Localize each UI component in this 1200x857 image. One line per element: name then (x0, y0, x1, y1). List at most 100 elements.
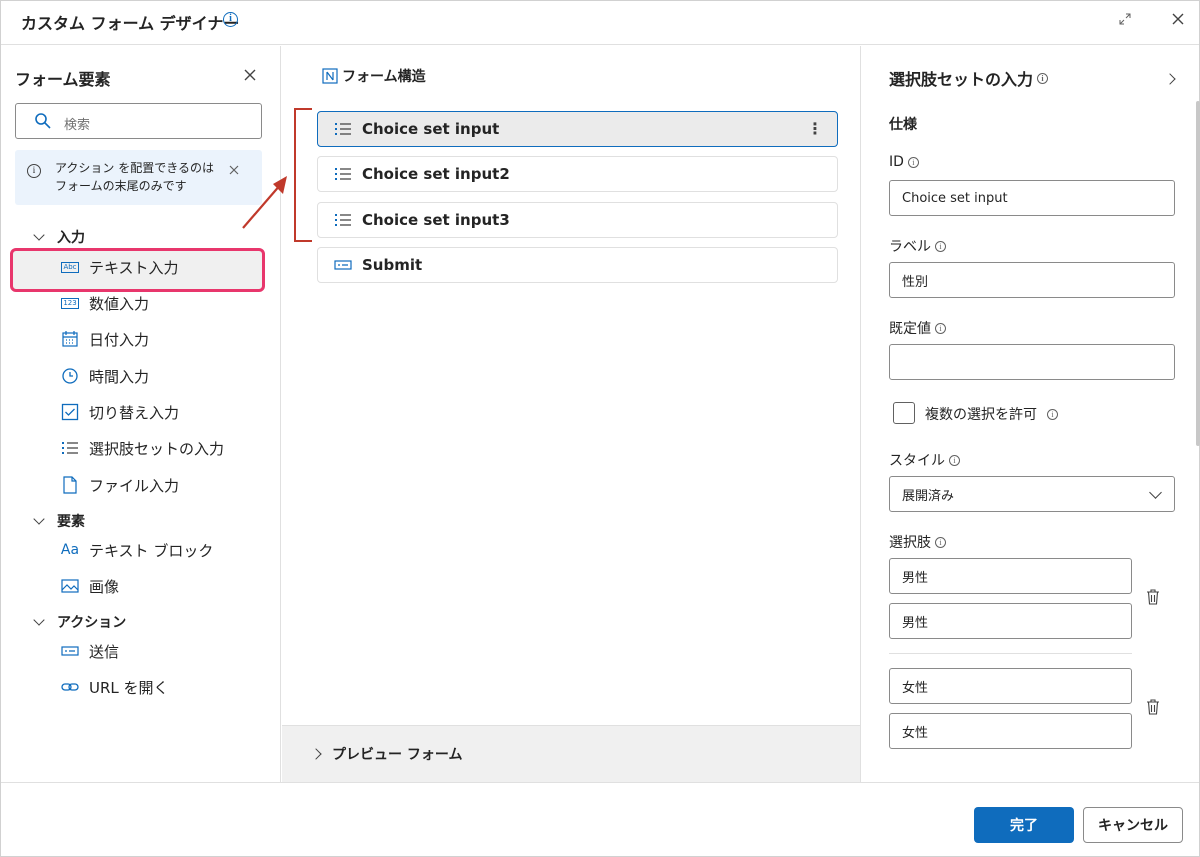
preview-form-toggle[interactable]: プレビュー フォーム (282, 725, 860, 782)
list-icon (334, 122, 352, 136)
info-icon[interactable]: i (949, 454, 960, 466)
element-time-input[interactable]: 時間入力 (61, 363, 149, 389)
section-spec: 仕様 (889, 117, 917, 133)
form-elements-title: フォーム要素 (15, 70, 111, 89)
submit-icon (61, 645, 79, 657)
style-selected-value: 展開済み (902, 488, 955, 504)
label-label: ラベル i (889, 236, 946, 256)
group-header-elements[interactable]: 要素 (33, 511, 85, 531)
properties-header: 選択肢セットの入力 i (889, 66, 1049, 90)
message-text: アクション を配置できるのはフォームの末尾のみです (55, 161, 214, 193)
expand-icon[interactable] (1113, 7, 1137, 31)
element-label: 時間入力 (89, 367, 150, 386)
card-label: Submit (362, 256, 423, 274)
element-label: 日付入力 (89, 330, 150, 349)
group-header-actions[interactable]: アクション (33, 612, 127, 632)
close-panel-icon[interactable] (238, 63, 262, 87)
toggle-checkbox-icon (61, 403, 79, 421)
default-value-label: 既定値 i (889, 318, 946, 338)
element-date-input[interactable]: 日付入力 (61, 326, 149, 352)
chevron-down-icon (33, 513, 45, 525)
structure-card[interactable]: Choice set input3 (317, 202, 838, 238)
info-icon[interactable]: i (1047, 408, 1058, 420)
footer-bar: 完了 キャンセル (1, 782, 1199, 857)
list-icon (334, 213, 352, 227)
preview-label: プレビュー フォーム (332, 747, 463, 763)
structure-card[interactable]: Choice set input ⋮ (317, 111, 838, 147)
card-label: Choice set input3 (362, 211, 510, 229)
multi-select-label: 複数の選択を許可 i (925, 404, 1058, 424)
id-label: ID i (889, 154, 919, 170)
style-dropdown[interactable]: 展開済み (889, 476, 1175, 512)
properties-title: 選択肢セットの入力 (889, 70, 1034, 89)
list-icon (61, 440, 79, 456)
chevron-down-icon (1149, 486, 1162, 499)
group-label: アクション (57, 615, 127, 631)
element-file-input[interactable]: ファイル入力 (61, 472, 179, 498)
search-placeholder: 検索 (64, 118, 91, 133)
element-label: 送信 (89, 642, 120, 661)
choice-value-field[interactable]: 男性 (889, 603, 1132, 639)
element-choice-set-input[interactable]: 選択肢セットの入力 (61, 435, 224, 461)
element-open-url[interactable]: URL を開く (61, 674, 169, 700)
link-icon (61, 681, 79, 693)
element-text-block[interactable]: Aa テキスト ブロック (61, 537, 213, 563)
file-icon (61, 476, 79, 494)
title-bar: カスタム フォーム デザイナー i (1, 1, 1199, 45)
collapse-panel-icon[interactable] (1164, 68, 1176, 87)
structure-card[interactable]: Choice set input2 (317, 156, 838, 192)
form-structure-panel: フォーム構造 Choice set input ⋮ Choice set inp… (242, 46, 860, 782)
image-icon (61, 578, 79, 594)
trash-icon[interactable] (1146, 699, 1160, 719)
id-field[interactable]: Choice set input (889, 180, 1175, 216)
text-input-icon: Abc (61, 261, 79, 273)
element-toggle-input[interactable]: 切り替え入力 (61, 399, 179, 425)
trash-icon[interactable] (1146, 589, 1160, 609)
group-header-input[interactable]: 入力 (33, 227, 85, 247)
element-label: 画像 (89, 577, 120, 596)
window-title: カスタム フォーム デザイナー (21, 14, 240, 33)
cancel-button[interactable]: キャンセル (1083, 807, 1183, 843)
element-image[interactable]: 画像 (61, 573, 119, 599)
element-submit[interactable]: 送信 (61, 638, 119, 664)
info-icon: i (27, 164, 41, 178)
form-structure-icon (322, 68, 338, 84)
label-field[interactable]: 性別 (889, 262, 1175, 298)
choice-title-field[interactable]: 男性 (889, 558, 1132, 594)
form-structure-header: フォーム構造 (322, 66, 426, 86)
info-message-bar: i アクション を配置できるのはフォームの末尾のみです (15, 150, 262, 205)
element-number-input[interactable]: 123 数値入力 (61, 290, 149, 316)
element-label: テキスト入力 (89, 258, 179, 277)
info-icon[interactable]: i (907, 156, 919, 168)
choice-value-field[interactable]: 女性 (889, 713, 1132, 749)
custom-form-designer-window: カスタム フォーム デザイナー i フォーム要素 検索 i アクション を配置で… (0, 0, 1200, 857)
properties-panel: 選択肢セットの入力 i 仕様 ID i Choice set input ラベル i… (860, 46, 1200, 782)
info-icon[interactable]: i (935, 240, 946, 252)
style-label: スタイル i (889, 450, 960, 470)
close-window-icon[interactable] (1166, 7, 1190, 31)
calendar-icon (61, 330, 79, 348)
multi-select-checkbox[interactable] (893, 402, 915, 424)
annotation-arrow (242, 176, 287, 229)
element-label: URL を開く (89, 678, 169, 697)
element-label: テキスト ブロック (89, 541, 214, 560)
done-button[interactable]: 完了 (974, 807, 1074, 843)
info-icon[interactable]: i (1037, 72, 1049, 84)
element-text-input[interactable]: Abc テキスト入力 (61, 254, 179, 280)
info-icon[interactable]: i (935, 536, 946, 548)
element-label: 切り替え入力 (89, 403, 180, 422)
info-icon[interactable]: i (223, 12, 238, 27)
element-label: 選択肢セットの入力 (89, 439, 225, 458)
structure-card[interactable]: Submit (317, 247, 838, 283)
group-label: 要素 (57, 514, 85, 530)
choice-title-field[interactable]: 女性 (889, 668, 1132, 704)
search-input[interactable]: 検索 (15, 103, 262, 139)
more-options-icon[interactable]: ⋮ (807, 120, 823, 138)
scrollbar[interactable] (1196, 101, 1200, 446)
chevron-down-icon (33, 614, 45, 626)
default-value-field[interactable] (889, 344, 1175, 380)
choices-label: 選択肢 i (889, 532, 946, 552)
info-icon[interactable]: i (935, 322, 946, 334)
element-label: 数値入力 (89, 294, 150, 313)
clock-icon (61, 367, 79, 385)
